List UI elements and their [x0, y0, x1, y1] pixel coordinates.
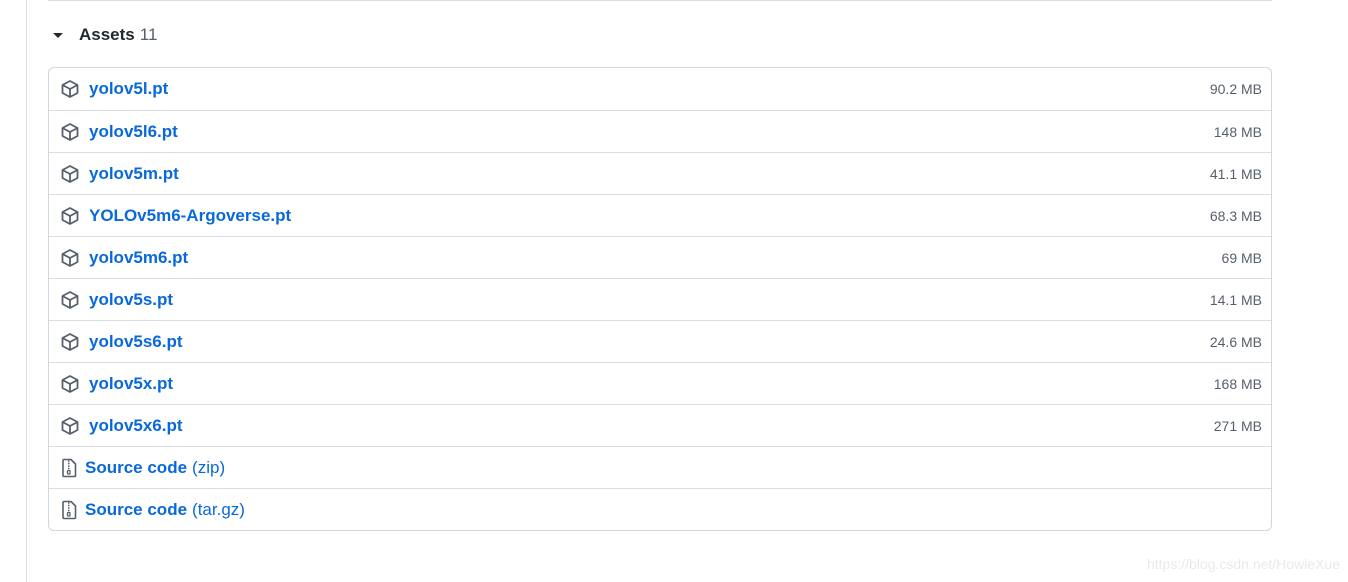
package-icon: [61, 417, 79, 435]
caret-down-icon[interactable]: [53, 32, 63, 38]
asset-size: 168 MB: [1213, 375, 1262, 392]
asset-row: YOLOv5m6-Argoverse.pt 68.3 MB: [49, 194, 1271, 236]
asset-size: 271 MB: [1213, 417, 1262, 434]
asset-link[interactable]: yolov5s.pt: [89, 290, 173, 310]
source-code-label: Source code: [85, 499, 188, 519]
package-icon: [61, 165, 79, 183]
package-icon: [61, 333, 79, 351]
asset-row: yolov5l.pt 90.2 MB: [49, 68, 1271, 110]
asset-link[interactable]: YOLOv5m6-Argoverse.pt: [89, 206, 291, 226]
asset-row: yolov5m6.pt 69 MB: [49, 236, 1271, 278]
source-code-type: (tar.gz): [192, 499, 245, 519]
asset-row: yolov5s.pt 14.1 MB: [49, 278, 1271, 320]
asset-link[interactable]: yolov5l6.pt: [89, 122, 178, 142]
package-icon: [61, 80, 79, 98]
top-divider: [48, 0, 1272, 1]
package-icon: [61, 123, 79, 141]
asset-row: yolov5m.pt 41.1 MB: [49, 152, 1271, 194]
asset-row: yolov5x6.pt 271 MB: [49, 404, 1271, 446]
asset-link[interactable]: yolov5s6.pt: [89, 332, 183, 352]
file-zip-icon: [62, 500, 77, 520]
release-assets-page: Assets 11 yolov5l.pt 90.2 MB yolov5l6.pt…: [0, 0, 1348, 582]
asset-row: yolov5l6.pt 148 MB: [49, 110, 1271, 152]
asset-size: 41.1 MB: [1209, 165, 1262, 182]
assets-count: 11: [139, 25, 158, 44]
source-code-zip-link[interactable]: Source code (zip): [85, 458, 225, 478]
watermark-text: https://blog.csdn.net/HowieXue: [1146, 556, 1340, 572]
asset-row: yolov5s6.pt 24.6 MB: [49, 320, 1271, 362]
asset-size: 148 MB: [1213, 123, 1262, 140]
package-icon: [61, 249, 79, 267]
asset-size: 24.6 MB: [1209, 333, 1262, 350]
asset-link[interactable]: yolov5m6.pt: [89, 248, 188, 268]
package-icon: [61, 207, 79, 225]
source-code-label: Source code: [85, 457, 188, 477]
package-icon: [61, 291, 79, 309]
asset-link[interactable]: yolov5m.pt: [89, 164, 179, 184]
file-zip-icon: [62, 458, 77, 478]
asset-row: yolov5x.pt 168 MB: [49, 362, 1271, 404]
asset-size: 68.3 MB: [1209, 207, 1262, 224]
source-code-type: (zip): [192, 457, 226, 477]
asset-size: 90.2 MB: [1209, 81, 1262, 97]
asset-list: yolov5l.pt 90.2 MB yolov5l6.pt 148 MB yo…: [48, 67, 1272, 531]
asset-size: 14.1 MB: [1209, 291, 1262, 308]
source-row-zip: Source code (zip): [49, 446, 1271, 488]
asset-link[interactable]: yolov5x.pt: [89, 374, 173, 394]
assets-title: Assets: [79, 25, 135, 44]
source-row-targz: Source code (tar.gz): [49, 488, 1271, 530]
asset-link[interactable]: yolov5x6.pt: [89, 416, 183, 436]
assets-toggle[interactable]: Assets 11: [48, 20, 157, 50]
asset-link[interactable]: yolov5l.pt: [89, 79, 168, 99]
package-icon: [61, 375, 79, 393]
source-code-targz-link[interactable]: Source code (tar.gz): [85, 500, 245, 520]
left-divider: [26, 0, 27, 582]
asset-size: 69 MB: [1221, 249, 1262, 266]
